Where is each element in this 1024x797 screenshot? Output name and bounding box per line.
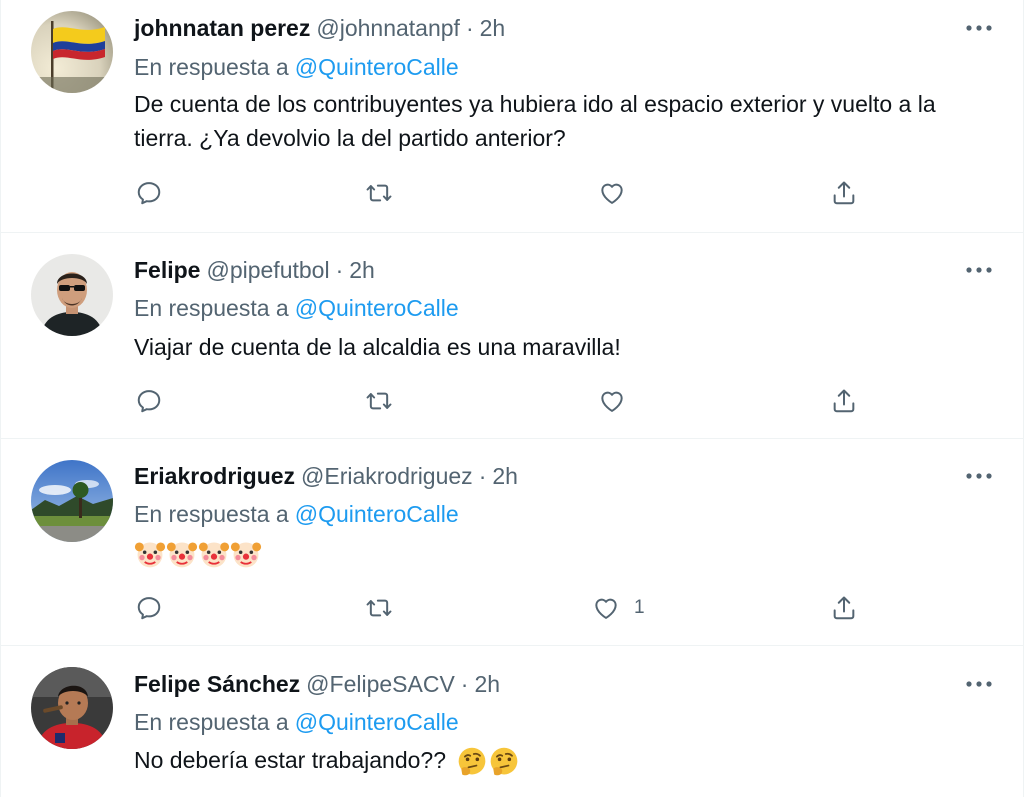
tweet-header: Felipe @pipefutbol · 2h bbox=[134, 255, 375, 285]
timestamp[interactable]: 2h bbox=[480, 15, 506, 42]
share-icon bbox=[833, 181, 855, 205]
more-dots-icon bbox=[966, 267, 992, 273]
reply-mention-link[interactable]: @QuinteroCalle bbox=[295, 501, 459, 528]
more-dots-icon bbox=[966, 25, 992, 31]
more-dots-icon bbox=[966, 473, 992, 479]
share-button[interactable] bbox=[830, 176, 858, 210]
more-options-button[interactable] bbox=[961, 13, 997, 43]
avatar[interactable] bbox=[31, 460, 113, 542]
reply-context: En respuesta a @QuinteroCalle bbox=[134, 52, 459, 82]
retweet-icon bbox=[366, 599, 392, 617]
tweet-text: No debería estar trabajando?? bbox=[134, 743, 994, 778]
share-icon bbox=[833, 389, 855, 413]
reply-button[interactable] bbox=[135, 384, 163, 418]
like-button[interactable]: 1 bbox=[592, 591, 645, 625]
author-name[interactable]: johnnatan perez bbox=[134, 15, 310, 42]
author-name[interactable]: Eriakrodriguez bbox=[134, 463, 295, 490]
reply-prefix: En respuesta a bbox=[134, 294, 289, 321]
share-icon bbox=[833, 596, 855, 620]
reply-prefix: En respuesta a bbox=[134, 500, 289, 527]
avatar[interactable] bbox=[31, 254, 113, 336]
reply-context: En respuesta a @QuinteroCalle bbox=[134, 499, 459, 529]
author-handle[interactable]: @pipefutbol bbox=[206, 257, 329, 284]
tweet-text: Viajar de cuenta de la alcaldia es una m… bbox=[134, 334, 621, 360]
like-count: 1 bbox=[634, 597, 645, 618]
share-button[interactable] bbox=[830, 384, 858, 418]
retweet-icon bbox=[366, 184, 392, 202]
separator-dot: · bbox=[478, 462, 487, 489]
author-handle[interactable]: @johnnatanpf bbox=[316, 15, 460, 42]
reply-mention-link[interactable]: @QuinteroCalle bbox=[295, 709, 459, 736]
tweet-actions: 1 bbox=[1, 591, 1024, 625]
reply-context: En respuesta a @QuinteroCalle bbox=[134, 293, 459, 323]
tweet-text: De cuenta de los contribuyentes ya hubie… bbox=[134, 91, 936, 151]
separator-dot: · bbox=[335, 256, 344, 283]
like-button[interactable] bbox=[598, 176, 640, 210]
clown-face-emoji bbox=[134, 542, 166, 568]
timestamp[interactable]: 2h bbox=[492, 463, 518, 490]
clown-face-emoji bbox=[230, 542, 262, 568]
reply-bubble-icon bbox=[137, 182, 161, 205]
reply-context: En respuesta a @QuinteroCalle bbox=[134, 707, 459, 737]
tweet-eriakrodriguez[interactable]: Eriakrodriguez @Eriakrodriguez · 2h En r… bbox=[1, 439, 1024, 646]
tweet-header: Felipe Sánchez @FelipeSACV · 2h bbox=[134, 669, 500, 699]
author-name[interactable]: Felipe bbox=[134, 257, 200, 284]
reply-bubble-icon bbox=[137, 597, 161, 620]
tweet-text-body: No debería estar trabajando?? bbox=[134, 747, 446, 773]
thinking-face-emoji bbox=[459, 747, 486, 776]
reply-prefix: En respuesta a bbox=[134, 708, 289, 735]
author-name[interactable]: Felipe Sánchez bbox=[134, 671, 300, 698]
tweet-johnnatanpf[interactable]: johnnatan perez @johnnatanpf · 2h En res… bbox=[1, 0, 1024, 233]
retweet-button[interactable] bbox=[365, 591, 393, 625]
reply-prefix: En respuesta a bbox=[134, 53, 289, 80]
clown-face-emoji bbox=[166, 542, 198, 568]
avatar[interactable] bbox=[31, 667, 113, 749]
tweet-text bbox=[134, 535, 994, 570]
share-button[interactable] bbox=[830, 591, 858, 625]
heart-icon bbox=[601, 183, 623, 204]
reply-mention-link[interactable]: @QuinteroCalle bbox=[295, 54, 459, 81]
separator-dot: · bbox=[465, 14, 474, 41]
clown-face-emoji bbox=[198, 542, 230, 568]
tweet-actions bbox=[1, 176, 1024, 210]
tweet-header: johnnatan perez @johnnatanpf · 2h bbox=[134, 13, 505, 43]
more-options-button[interactable] bbox=[961, 669, 997, 699]
reply-bubble-icon bbox=[137, 390, 161, 413]
thinking-face-emoji bbox=[491, 747, 518, 776]
author-handle[interactable]: @FelipeSACV bbox=[306, 671, 455, 698]
tweet-pipefutbol[interactable]: Felipe @pipefutbol · 2h En respuesta a @… bbox=[1, 233, 1024, 439]
reply-button[interactable] bbox=[135, 176, 163, 210]
heart-icon bbox=[601, 391, 623, 412]
reply-timeline: johnnatan perez @johnnatanpf · 2h En res… bbox=[0, 0, 1024, 797]
reply-mention-link[interactable]: @QuinteroCalle bbox=[295, 295, 459, 322]
avatar[interactable] bbox=[31, 11, 113, 93]
reply-button[interactable] bbox=[135, 591, 163, 625]
retweet-button[interactable] bbox=[365, 176, 393, 210]
more-dots-icon bbox=[966, 681, 992, 687]
more-options-button[interactable] bbox=[961, 461, 997, 491]
timestamp[interactable]: 2h bbox=[349, 257, 375, 284]
tweet-felipesacv[interactable]: Felipe Sánchez @FelipeSACV · 2h En respu… bbox=[1, 646, 1024, 797]
tweet-header: Eriakrodriguez @Eriakrodriguez · 2h bbox=[134, 461, 518, 491]
tweet-actions bbox=[1, 384, 1024, 418]
timestamp[interactable]: 2h bbox=[474, 671, 500, 698]
more-options-button[interactable] bbox=[961, 255, 997, 285]
heart-icon bbox=[595, 598, 617, 619]
author-handle[interactable]: @Eriakrodriguez bbox=[301, 463, 473, 490]
retweet-button[interactable] bbox=[365, 384, 393, 418]
separator-dot: · bbox=[460, 670, 469, 697]
retweet-icon bbox=[366, 392, 392, 410]
like-button[interactable] bbox=[598, 384, 640, 418]
